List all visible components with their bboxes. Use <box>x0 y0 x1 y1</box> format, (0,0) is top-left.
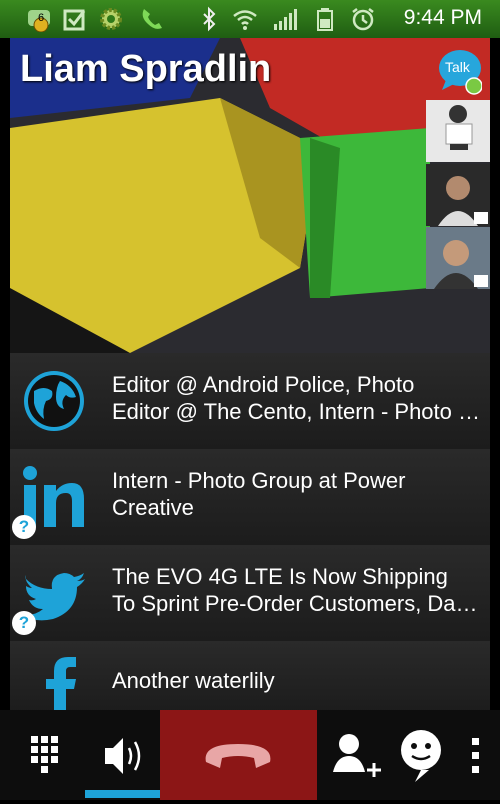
avatar <box>426 100 490 162</box>
contact-card: Liam Spradlin Talk Editor @ Android Poli… <box>10 38 490 800</box>
signal-icon <box>274 9 297 30</box>
update-text-line-2: Creative <box>112 495 194 520</box>
dialpad-icon <box>31 736 58 773</box>
bluetooth-icon <box>203 6 216 32</box>
status-time: 9:44 PM <box>403 6 482 29</box>
end-call-button[interactable] <box>160 710 317 800</box>
avatar <box>426 227 490 289</box>
wifi-icon <box>233 10 257 30</box>
update-text-line-1: The EVO 4G LTE Is Now Shipping <box>112 564 448 589</box>
avatar <box>426 164 490 226</box>
talk-status-button[interactable]: Talk <box>438 48 483 96</box>
speaker-icon <box>85 738 160 798</box>
list-item[interactable]: ? Intern - Photo Group at Power Creative <box>10 449 490 546</box>
update-text-line-1: Editor @ Android Police, Photo <box>112 372 415 397</box>
globe-icon <box>24 371 84 431</box>
add-call-button[interactable] <box>317 710 392 800</box>
notification-badge: 6 <box>38 12 45 24</box>
gear-icon <box>100 8 122 30</box>
end-call-icon <box>205 744 271 768</box>
dialpad-button[interactable] <box>0 710 85 800</box>
facebook-icon <box>46 657 76 719</box>
more-icon <box>472 738 479 773</box>
list-item[interactable]: ? The EVO 4G LTE Is Now Shipping To Spri… <box>10 545 490 642</box>
status-bar: 6 9:44 PM <box>0 0 500 38</box>
battery-icon <box>317 8 333 31</box>
list-item[interactable]: Another waterlily <box>10 641 490 719</box>
update-text-line-1: Another waterlily <box>112 668 275 693</box>
linked-contact-thumb[interactable] <box>426 100 490 162</box>
unknown-source-badge: ? <box>12 611 36 635</box>
update-text-line-2: To Sprint Pre-Order Customers, Dan Bader <box>112 591 482 616</box>
contact-photo[interactable]: Liam Spradlin Talk <box>10 38 490 353</box>
linked-contact-thumb[interactable] <box>426 164 490 226</box>
contact-name: Liam Spradlin <box>20 48 272 90</box>
update-text-line-2: Editor @ The Cento, Intern - Photo Group… <box>112 399 482 424</box>
unknown-source-badge: ? <box>12 515 36 539</box>
speaker-button[interactable] <box>85 710 160 800</box>
call-control-bar <box>0 710 500 800</box>
talk-label: Talk <box>445 59 470 75</box>
checkbox-icon <box>63 9 86 31</box>
add-call-icon <box>333 734 381 777</box>
chat-button[interactable] <box>392 710 450 800</box>
update-text-line-1: Intern - Photo Group at Power <box>112 468 406 493</box>
chat-icon <box>401 730 441 782</box>
list-item[interactable]: Editor @ Android Police, Photo Editor @ … <box>10 353 490 450</box>
alarm-icon <box>352 8 374 31</box>
linked-contact-thumb[interactable] <box>426 227 490 289</box>
more-button[interactable] <box>450 710 500 800</box>
phone-icon <box>142 9 162 29</box>
